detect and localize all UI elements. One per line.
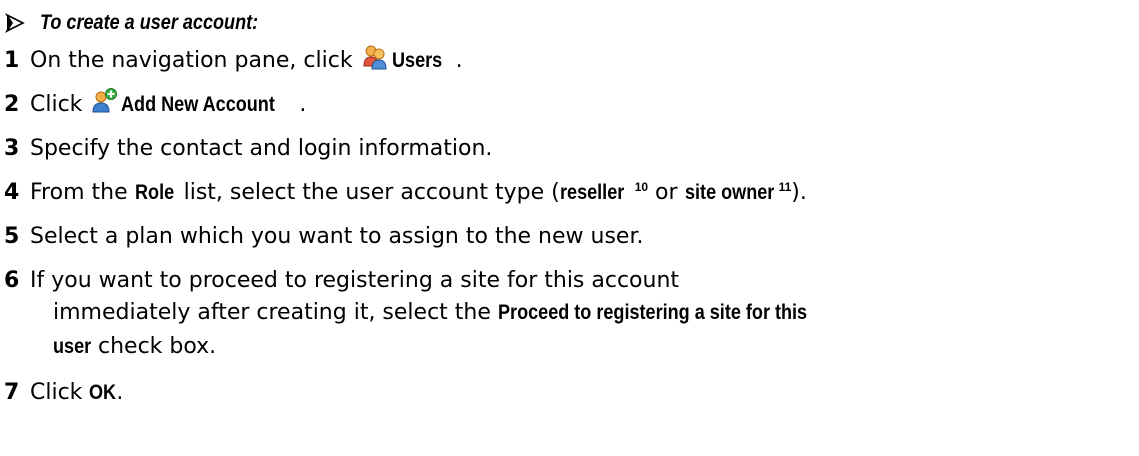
procedure-document: To create a user account: 1 On the naviga… bbox=[0, 0, 1139, 456]
procedure-title: To create a user account: bbox=[40, 11, 259, 34]
arrow-bullet-icon bbox=[4, 13, 25, 33]
footnote-ref-site-owner: 11 bbox=[778, 180, 792, 194]
step-6-line-3: user check box. bbox=[53, 330, 216, 364]
footnote-ref-reseller: 10 bbox=[634, 180, 649, 194]
step-6-line-2: immediately after creating it, select th… bbox=[53, 296, 857, 330]
reseller-label: reseller bbox=[559, 181, 624, 204]
site-owner-label: site owner bbox=[684, 181, 774, 204]
step-number: 5 bbox=[4, 224, 20, 249]
step-punctuation: ). bbox=[791, 180, 807, 205]
step-7: 7 Click OK. bbox=[4, 376, 123, 410]
step-6: 6 If you want to proceed to registering a… bbox=[4, 264, 679, 298]
step-punctuation: . bbox=[299, 92, 307, 117]
step-number: 6 bbox=[4, 268, 20, 293]
step-number: 3 bbox=[4, 136, 20, 161]
step-3: 3 Specify the contact and login informati… bbox=[4, 132, 492, 166]
step-text: If you want to proceed to registering a … bbox=[30, 268, 680, 293]
proceed-checkbox-label: Proceed to registering a site for this bbox=[497, 301, 807, 324]
step-number: 2 bbox=[4, 92, 20, 117]
step-punctuation: . bbox=[455, 48, 463, 73]
ok-label: OK bbox=[89, 381, 117, 404]
step-number: 4 bbox=[4, 180, 20, 205]
step-text: From the bbox=[30, 180, 135, 205]
users-label: Users bbox=[391, 49, 442, 72]
proceed-checkbox-label-end: user bbox=[53, 335, 92, 358]
step-text: On the navigation pane, click bbox=[30, 48, 360, 73]
step-text: or bbox=[648, 180, 685, 205]
step-number: 7 bbox=[4, 380, 20, 405]
step-text: list, select the user account type ( bbox=[176, 180, 560, 205]
step-punctuation: . bbox=[116, 380, 124, 405]
add-account-icon bbox=[92, 88, 118, 113]
users-icon bbox=[363, 45, 387, 70]
step-text: Click bbox=[30, 92, 90, 117]
step-text: Specify the contact and login informatio… bbox=[30, 136, 493, 161]
step-2: 2 Click Add New Account. bbox=[4, 88, 306, 122]
step-4: 4 From the Role list, select the user acc… bbox=[4, 176, 807, 210]
add-new-account-label: Add New Account bbox=[121, 93, 276, 116]
step-1: 1 On the navigation pane, click Users. bbox=[4, 44, 463, 78]
step-text: immediately after creating it, select th… bbox=[53, 300, 498, 325]
role-label: Role bbox=[134, 181, 174, 204]
step-5: 5 Select a plan which you want to assign … bbox=[4, 220, 643, 254]
step-text: Select a plan which you want to assign t… bbox=[30, 224, 644, 249]
step-text: check box. bbox=[91, 334, 217, 359]
step-number: 1 bbox=[4, 48, 20, 73]
procedure-heading: To create a user account: bbox=[4, 6, 294, 40]
step-text: Click bbox=[30, 380, 90, 405]
